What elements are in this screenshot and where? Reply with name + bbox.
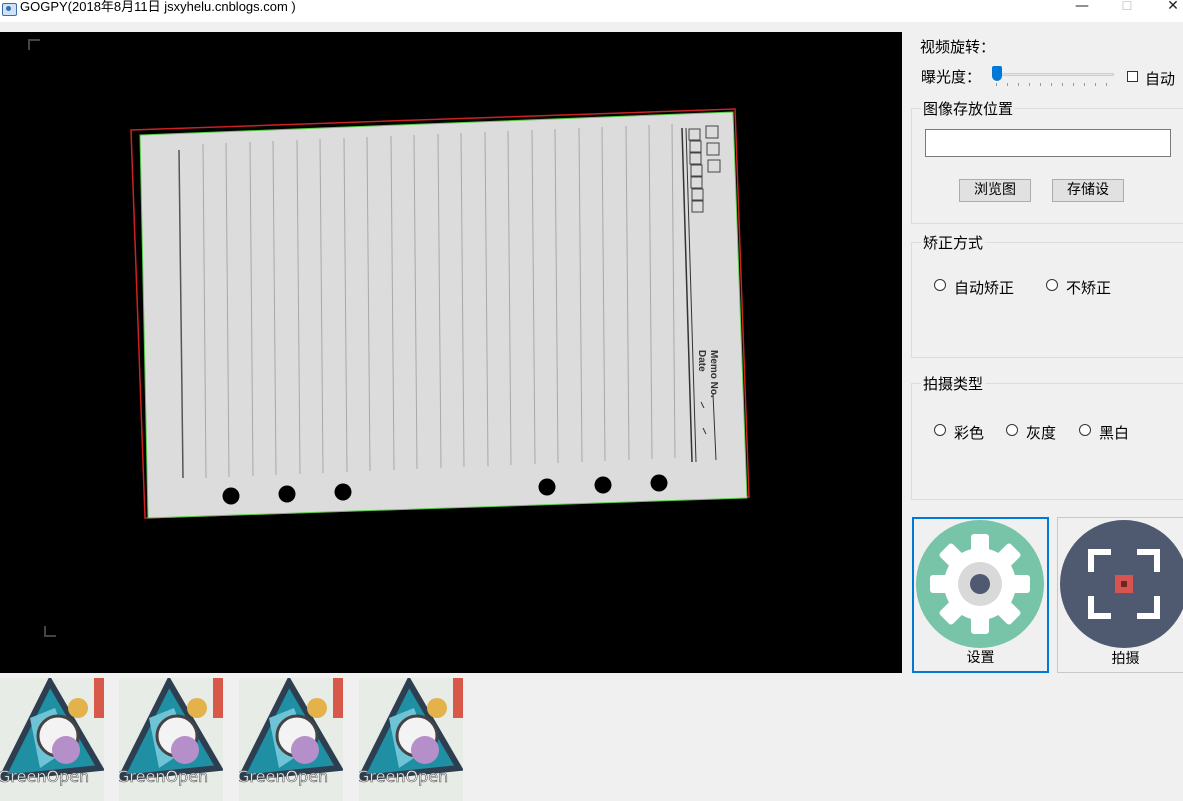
thumbnail-watermark: GreenOpen: [119, 767, 208, 786]
capture-label: 拍摄: [1111, 651, 1140, 667]
radio-bw[interactable]: [1079, 424, 1091, 436]
capture-button[interactable]: 拍摄: [1057, 517, 1183, 673]
minimize-button[interactable]: —: [1062, 0, 1102, 14]
save-location-title: 图像存放位置: [921, 98, 1016, 119]
gray-label: 灰度: [1026, 424, 1057, 442]
close-button[interactable]: ✕: [1153, 0, 1183, 14]
save-path-input[interactable]: [925, 129, 1171, 157]
thumbnail-4[interactable]: GreenOpen: [359, 678, 463, 801]
thumbnail-strip: GreenOpen GreenOpen GreenOpen GreenOpen: [0, 673, 902, 801]
paper-sheet: [140, 112, 747, 518]
auto-correct-label: 自动矫正: [954, 279, 1015, 297]
corner-mark-bottom-left: [44, 626, 56, 637]
color-label: 彩色: [954, 424, 985, 442]
thumbnail-art: GreenOpen: [359, 678, 463, 801]
video-rotate-label: 视频旋转：: [920, 38, 996, 56]
memo-no-text: Memo No.: [708, 350, 719, 398]
thumbnail-watermark: GreenOpen: [239, 767, 328, 786]
exposure-slider[interactable]: [992, 66, 1114, 86]
thumbnail-watermark: GreenOpen: [359, 767, 448, 786]
app-camera-icon: [2, 3, 17, 16]
thumbnail-watermark: GreenOpen: [0, 767, 89, 786]
auto-label: 自动: [1145, 70, 1176, 88]
no-correct-label: 不矫正: [1066, 279, 1112, 297]
title-bar: GOGPY(2018年8月11日 jsxyhelu.cnblogs.com ) …: [0, 0, 1183, 22]
correction-title: 矫正方式: [921, 232, 986, 253]
camera-frame: Memo No. Date: [28, 39, 750, 637]
corner-mark-top-left: [28, 39, 40, 50]
thumbnail-art: GreenOpen: [0, 678, 104, 801]
thumbnail-art: GreenOpen: [119, 678, 223, 801]
save-location-group: 图像存放位置: [911, 98, 1183, 224]
thumbnail-2[interactable]: GreenOpen: [119, 678, 223, 801]
slider-ticks: [996, 83, 1112, 86]
store-button[interactable]: 存储设: [1052, 179, 1124, 202]
capture-type-title: 拍摄类型: [921, 373, 986, 394]
radio-auto-correct[interactable]: [934, 279, 946, 291]
browse-button[interactable]: 浏览图: [959, 179, 1031, 202]
bw-label: 黑白: [1099, 424, 1130, 442]
exposure-label: 曝光度：: [921, 68, 982, 86]
radio-color[interactable]: [934, 424, 946, 436]
camera-preview[interactable]: Memo No. Date: [0, 32, 902, 673]
control-panel: 视频旋转： 曝光度： 自动 图像存放位置 浏览图 存储设 矫正方式 自动矫正 不…: [902, 22, 1183, 673]
radio-gray[interactable]: [1006, 424, 1018, 436]
thumbnail-3[interactable]: GreenOpen: [239, 678, 343, 801]
thumbnail-art: GreenOpen: [239, 678, 343, 801]
auto-checkbox[interactable]: [1127, 71, 1138, 82]
window-title: GOGPY(2018年8月11日 jsxyhelu.cnblogs.com ): [20, 0, 296, 14]
radio-no-correct[interactable]: [1046, 279, 1058, 291]
settings-button[interactable]: 设置: [912, 517, 1049, 673]
maximize-button[interactable]: ☐: [1107, 0, 1147, 14]
date-text: Date: [696, 350, 707, 372]
slider-track: [992, 73, 1114, 76]
thumbnail-1[interactable]: GreenOpen: [0, 678, 104, 801]
slider-thumb[interactable]: [992, 66, 1002, 81]
correction-group: 矫正方式: [911, 232, 1183, 358]
settings-label: 设置: [966, 650, 995, 666]
